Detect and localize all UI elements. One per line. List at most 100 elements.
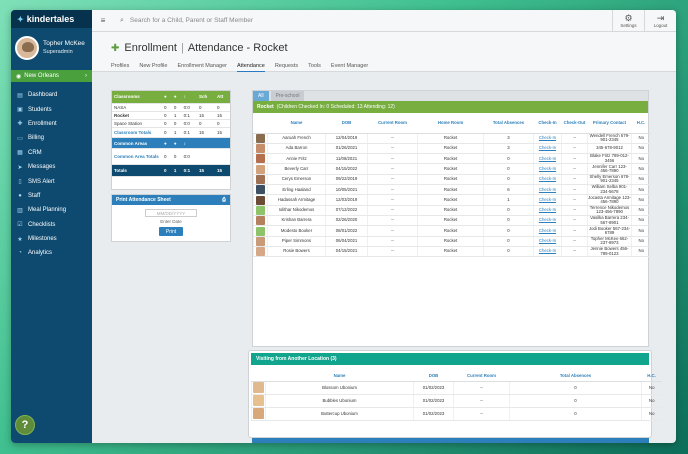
child-name[interactable]: Ada Barron: [267, 143, 326, 155]
check-in-link[interactable]: Check-In: [533, 184, 562, 196]
sidebar-item-messages[interactable]: ➤ Messages: [11, 160, 92, 174]
table-row: Cerys Emerson 09/22/2019 -- Rocket 0 Check-In…: [253, 174, 651, 186]
tab-profiles[interactable]: Profiles: [111, 63, 129, 72]
page-title: ✚ Enrollment | Attendance - Rocket: [111, 42, 288, 54]
classroom-cell: 0: [214, 103, 230, 112]
settings-button[interactable]: ⚙ Settings: [612, 10, 644, 32]
sidebar-item-meal-planning[interactable]: ▥ Meal Planning: [11, 203, 92, 217]
check-in-link[interactable]: Check-In: [533, 225, 562, 237]
child-name[interactable]: Erling Haaland: [267, 184, 326, 196]
print-button[interactable]: Print: [159, 227, 183, 236]
hamburger-menu-icon[interactable]: ≡: [92, 16, 114, 25]
child-photo[interactable]: [256, 185, 265, 195]
table-row: Krishan Barrera 02/26/2020 -- Rocket 0 Check-…: [253, 215, 651, 227]
check-out-cell: --: [561, 174, 588, 186]
brand-logo[interactable]: ✦ kindertales: [11, 10, 92, 28]
logout-button[interactable]: ⇥ Logout: [644, 10, 676, 32]
column-header: H.C.: [631, 113, 651, 134]
child-photo[interactable]: [256, 216, 265, 226]
column-header: Name: [267, 113, 326, 134]
subtab-all[interactable]: All: [253, 91, 269, 101]
ratio-icon: ↕: [181, 137, 198, 150]
child-photo[interactable]: [256, 195, 265, 205]
child-name[interactable]: Blossom Ubonium: [265, 381, 414, 395]
location-selector[interactable]: ◉ New Orleans ›: [11, 70, 92, 82]
check-in-link[interactable]: Check-In: [533, 174, 562, 186]
check-out-cell: --: [561, 225, 588, 237]
sidebar-item-staff[interactable]: ● Staff: [11, 189, 92, 203]
check-in-link[interactable]: Check-In: [533, 205, 562, 217]
sidebar-item-sms-alert[interactable]: ▯ SMS Alert: [11, 174, 92, 188]
check-in-link[interactable]: Check-In: [533, 215, 562, 227]
user-profile[interactable]: Topher McKee Superadmin: [11, 28, 92, 68]
empty-cell: [214, 148, 230, 166]
sidebar-item-billing[interactable]: ▭ Billing: [11, 131, 92, 145]
child-name[interactable]: Piper Simmons: [267, 236, 326, 248]
child-name[interactable]: Beverly Carr: [267, 163, 326, 175]
tab-requests[interactable]: Requests: [275, 63, 298, 72]
hc-cell: No: [631, 205, 651, 217]
sidebar-item-crm[interactable]: ▦ CRM: [11, 146, 92, 160]
child-name[interactable]: Rosie Bowers: [267, 246, 326, 258]
tab-new-profile[interactable]: New Profile: [139, 63, 167, 72]
child-name[interactable]: Buttercup Ubonium: [265, 407, 414, 421]
child-photo[interactable]: [256, 143, 265, 153]
child-photo[interactable]: [256, 226, 265, 236]
child-name[interactable]: Krishan Barrera: [267, 215, 326, 227]
date-input[interactable]: MM/DD/YYYY: [145, 209, 197, 217]
child-photo[interactable]: [256, 205, 265, 215]
tab-attendance[interactable]: Attendance: [237, 63, 265, 72]
child-photo[interactable]: [256, 154, 265, 164]
child-photo[interactable]: [253, 408, 264, 419]
child-photo[interactable]: [256, 133, 265, 143]
primary-contact-cell: Jocasta Armitage 123-456-7890: [587, 194, 632, 206]
check-out-cell: --: [561, 236, 588, 248]
check-in-link[interactable]: Check-In: [533, 143, 562, 155]
home-room-cell: Rocket: [417, 184, 484, 196]
sidebar-item-milestones[interactable]: ★ Milestones: [11, 232, 92, 246]
column-header: Total Absences: [509, 371, 642, 382]
sidebar-item-label: Billing: [28, 135, 45, 142]
absences-cell: 0: [483, 163, 534, 175]
check-in-link[interactable]: Check-In: [533, 236, 562, 248]
tab-tools[interactable]: Tools: [308, 63, 321, 72]
child-photo[interactable]: [256, 236, 265, 246]
child-photo[interactable]: [253, 382, 264, 393]
child-name[interactable]: Aaruah French: [267, 133, 326, 144]
child-name[interactable]: Bubbles Ubonium: [265, 394, 414, 408]
check-in-link[interactable]: Check-In: [533, 246, 562, 258]
sidebar-item-checklists[interactable]: ☑ Checklists: [11, 218, 92, 232]
tab-enrollment-manager[interactable]: Enrollment Manager: [177, 63, 227, 72]
sidebar-item-students[interactable]: ▣ Students: [11, 102, 92, 116]
child-photo[interactable]: [256, 164, 265, 174]
help-button[interactable]: ?: [15, 415, 35, 435]
sidebar-item-analytics[interactable]: ◔ Analytics: [11, 246, 92, 260]
search-input[interactable]: ⌕ Search for a Child, Parent or Staff Me…: [114, 17, 612, 25]
hc-cell: No: [631, 215, 651, 227]
check-in-link[interactable]: Check-In: [533, 194, 562, 206]
check-in-link[interactable]: Check-In: [533, 133, 562, 144]
grand-totals-label: Totals: [112, 164, 162, 178]
child-name[interactable]: Iolithar Nikodemos: [267, 205, 326, 217]
check-in-link[interactable]: Check-In: [533, 163, 562, 175]
check-in-link[interactable]: Check-In: [533, 153, 562, 165]
child-photo[interactable]: [256, 174, 265, 184]
help-icon: ?: [21, 419, 29, 431]
classroom-row[interactable]: Rocket 0 1 0:1 15 15: [112, 111, 230, 120]
photo-cell: [253, 225, 268, 237]
enrollment-icon: ✚: [17, 121, 23, 128]
classroom-cell: 1: [171, 111, 182, 120]
child-name[interactable]: Modesto Booker: [267, 225, 326, 237]
sidebar-item-dashboard[interactable]: ▤ Dashboard: [11, 88, 92, 102]
child-name[interactable]: Annie Fritz: [267, 153, 326, 165]
child-name[interactable]: Cerys Emerson: [267, 174, 326, 186]
tab-event-manager[interactable]: Event Manager: [331, 63, 368, 72]
child-photo[interactable]: [253, 395, 264, 406]
subtab-pre-school[interactable]: Pre-school: [270, 91, 305, 101]
infant-icon: ●: [162, 137, 172, 150]
child-name[interactable]: Hadassah Armitage: [267, 194, 326, 206]
classroom-row[interactable]: Space Station 0 0 0:0 0 0: [112, 119, 230, 129]
classroom-row[interactable]: NASA 0 0 0:0 0 0: [112, 103, 230, 112]
child-photo[interactable]: [256, 247, 265, 257]
sidebar-item-enrollment[interactable]: ✚ Enrollment: [11, 117, 92, 131]
